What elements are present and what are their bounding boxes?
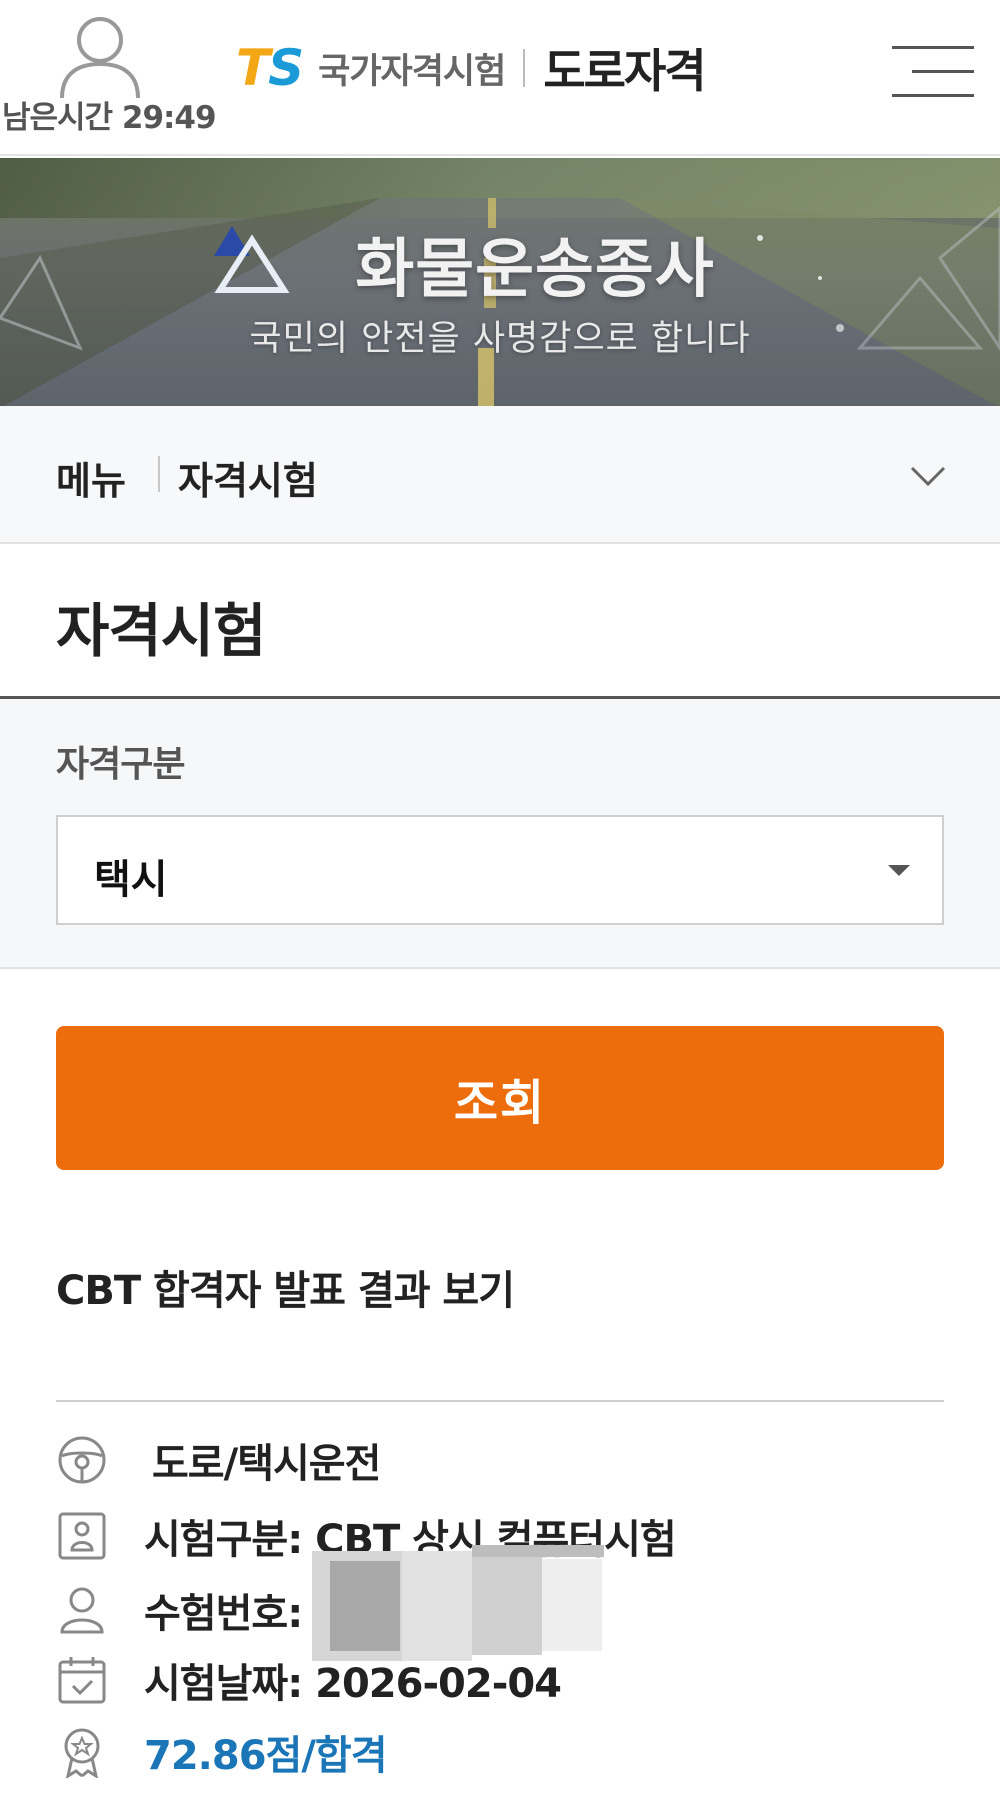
redacted-exam-number — [312, 1545, 605, 1661]
result-number-row: 수험번호: — [56, 1545, 605, 1661]
result-number-label: 수험번호: — [144, 1591, 303, 1637]
steering-wheel-icon — [58, 1436, 106, 1484]
qualification-select[interactable]: 택시 — [56, 815, 944, 925]
ts-logo-mark: T S — [236, 39, 304, 97]
banner-title: 화물운송종사 — [355, 233, 715, 307]
calendar-check-icon — [58, 1657, 106, 1704]
result-score: 72.86점/합격 — [144, 1733, 388, 1779]
chevron-down-icon[interactable] — [908, 464, 948, 488]
remaining-time: 남은시간 29:49 — [2, 100, 217, 136]
id-badge-icon — [58, 1512, 106, 1560]
qualification-filter: 자격구분 택시 — [0, 699, 1000, 969]
result-course-row: 도로/택시운전 — [56, 1430, 381, 1490]
caret-down-icon — [888, 865, 910, 876]
results-divider — [56, 1400, 944, 1402]
award-ribbon-icon — [64, 1728, 100, 1778]
page-title: 자격시험 — [56, 597, 266, 665]
filter-label: 자격구분 — [56, 744, 185, 785]
logo-divider — [523, 49, 526, 87]
logo-title: 도로자격 — [543, 44, 706, 98]
user-icon[interactable] — [40, 14, 160, 100]
app-header: 남은시간 29:49 T S 국가자격시험 도로자격 — [0, 0, 1000, 156]
logo-subtitle: 국가자격시험 — [318, 51, 506, 92]
hero-banner: 화물운송종사 국민의 안전을 사명감으로 합니다 — [0, 158, 1000, 406]
results-heading: CBT 합격자 발표 결과 보기 — [56, 1268, 515, 1314]
breadcrumb-menu: 메뉴 — [56, 459, 126, 503]
banner-subtitle: 국민의 안전을 사명감으로 합니다 — [249, 319, 751, 359]
search-button[interactable]: 조회 — [56, 1026, 944, 1170]
select-value: 택시 — [94, 857, 168, 903]
breadcrumb-current: 자격시험 — [178, 459, 318, 503]
result-score-row: 72.86점/합격 — [56, 1722, 388, 1782]
result-date-row: 시험날짜: 2026-02-04 — [56, 1650, 562, 1710]
user-area[interactable] — [0, 14, 212, 100]
hamburger-menu-icon[interactable] — [892, 44, 974, 102]
result-exam-date: 시험날짜: 2026-02-04 — [144, 1661, 562, 1707]
breadcrumb[interactable]: 메뉴 자격시험 — [0, 406, 1000, 544]
site-logo[interactable]: T S 국가자격시험 도로자격 — [236, 38, 707, 98]
person-icon — [60, 1587, 104, 1634]
logo-t: T — [236, 39, 270, 97]
breadcrumb-divider — [158, 456, 160, 492]
result-course: 도로/택시운전 — [152, 1441, 381, 1487]
logo-s: S — [268, 39, 304, 97]
